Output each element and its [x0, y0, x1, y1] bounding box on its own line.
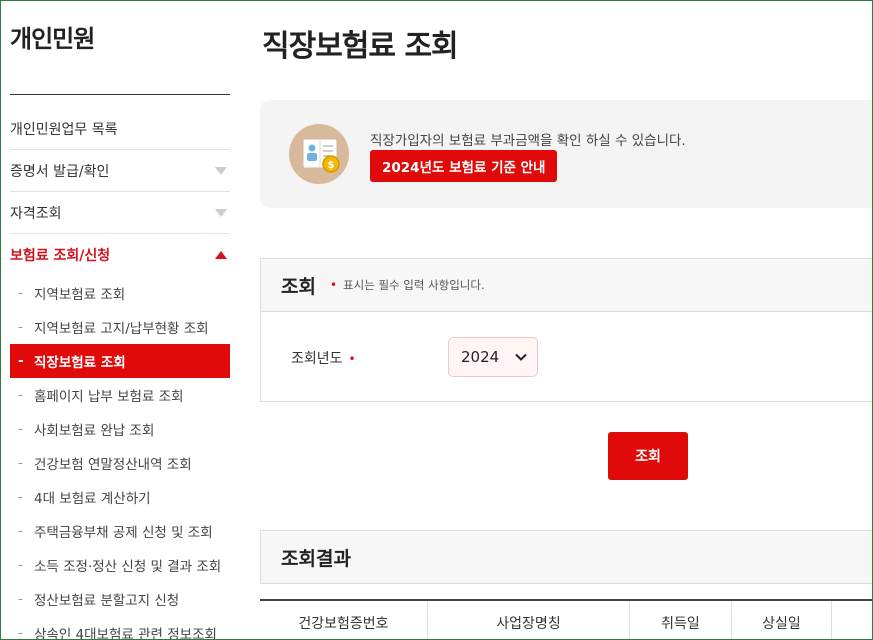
page-title: 직장보험료 조회 [262, 29, 459, 64]
sidebar-item-label: 증명서 발급/확인 [10, 163, 110, 180]
year-label: 조회년도 • [291, 348, 356, 368]
submenu-label: 건강보험 연말정산내역 조회 [34, 457, 192, 473]
column-header-empty [832, 601, 872, 639]
required-mark: • [329, 278, 338, 292]
sidebar-item-premium[interactable]: 보험료 조회/신청 [10, 234, 230, 276]
result-header: 조회결과 [260, 530, 872, 584]
submenu-item[interactable]: -4대 보험료 계산하기 [10, 480, 230, 514]
submenu-item[interactable]: - 홈페이지 납부 보험료 조회 [10, 378, 230, 412]
sidebar-item-qualification[interactable]: 자격조회 [10, 192, 230, 234]
search-button[interactable]: 조회 [608, 432, 688, 480]
dash-icon: - [18, 353, 24, 369]
submenu-label: 소득 조정·정산 신청 및 결과 조회 [34, 559, 222, 575]
result-table: 건강보험증번호 사업장명칭 취득일 상실일 [260, 599, 872, 639]
main-content: 직장보험료 조회 $ 직장가입자의 보험료 부과금액을 확인 하실 수 있습니다… [260, 1, 872, 639]
year-select-value: 2024 [461, 348, 500, 366]
sidebar-item-label: 개인민원업무 목록 [10, 121, 118, 138]
submenu-label: 지역보험료 조회 [34, 287, 126, 303]
submenu-item[interactable]: - 정산보험료 분할고지 신청 [10, 582, 230, 616]
premium-standard-guide-button[interactable]: 2024년도 보험료 기준 안내 [370, 150, 558, 182]
submenu-label: 4대 보험료 계산하기 [34, 491, 151, 507]
info-text: 직장가입자의 보험료 부과금액을 확인 하실 수 있습니다. [370, 133, 686, 149]
result-title: 조회결과 [281, 547, 351, 570]
dash-icon: - [18, 319, 23, 335]
sidebar-item-label: 보험료 조회/신청 [10, 248, 111, 264]
dash-icon: - [18, 387, 23, 403]
query-form: 조회 • 표시는 필수 입력 사항입니다. 조회년도 • 2024 [260, 258, 872, 402]
dash-icon: - [18, 591, 23, 607]
document-coin-icon-svg: $ [302, 138, 340, 173]
dash-icon: - [18, 523, 23, 539]
sidebar-title: 개인민원 [10, 25, 95, 53]
submenu-label: 상속인 4대보험료 관련 정보조회 [34, 627, 217, 640]
sidebar-divider [10, 94, 230, 95]
sidebar-item-certificate[interactable]: 증명서 발급/확인 [10, 150, 230, 192]
column-header: 취득일 [630, 601, 732, 639]
sidebar-item-civil-list[interactable]: 개인민원업무 목록 [10, 108, 230, 150]
submenu-item-active[interactable]: - 직장보험료 조회 [10, 344, 230, 378]
year-select[interactable]: 2024 [448, 337, 538, 377]
column-header: 상실일 [732, 601, 832, 639]
submenu-item[interactable]: - 지역보험료 조회 [10, 276, 230, 310]
query-body: 조회년도 • 2024 [261, 312, 872, 402]
dash-icon: - [18, 285, 23, 301]
triangle-down-icon [215, 208, 227, 217]
sidebar: 개인민원 개인민원업무 목록 증명서 발급/확인 자격조회 보험료 조회/신청 … [10, 1, 230, 640]
sidebar-submenu: - 지역보험료 조회 - 지역보험료 고지/납부현황 조회 - 직장보험료 조회 -홈… [10, 276, 230, 640]
column-header: 건강보험증번호 [260, 601, 428, 639]
year-label-text: 조회년도 [291, 351, 343, 367]
query-title: 조회 [281, 275, 316, 298]
submenu-item[interactable]: - 사회보험료 완납 조회 [10, 412, 230, 446]
year-required-mark: • [348, 352, 356, 366]
dash-icon: - [18, 489, 23, 505]
query-header: 조회 • 표시는 필수 입력 사항입니다. [261, 259, 872, 312]
sidebar-menu: 개인민원업무 목록 증명서 발급/확인 자격조회 보험료 조회/신청 - 지역보험… [10, 108, 230, 640]
triangle-down-icon [215, 166, 227, 175]
sidebar-item-label: 자격조회 [10, 205, 62, 222]
submenu-item[interactable]: - 주택금융부채 공제 신청 및 조회 [10, 514, 230, 548]
chevron-down-icon [515, 353, 527, 361]
submenu-item[interactable]: - 상속인 4대보험료 관련 정보조회 [10, 616, 230, 640]
submenu-item[interactable]: - 지역보험료 고지/납부현황 조회 [10, 310, 230, 344]
submenu-item[interactable]: - 건강보험 연말정산내역 조회 [10, 446, 230, 480]
dash-icon: - [18, 455, 23, 471]
page-frame: 개인민원 개인민원업무 목록 증명서 발급/확인 자격조회 보험료 조회/신청 … [0, 0, 873, 640]
submenu-label: 주택금융부채 공제 신청 및 조회 [34, 525, 213, 541]
info-box: $ 직장가입자의 보험료 부과금액을 확인 하실 수 있습니다. 2024년도 … [260, 100, 872, 208]
svg-text:$: $ [328, 160, 335, 171]
triangle-up-icon [215, 251, 227, 259]
submenu-label: 홈페이지 납부 보험료 조회 [34, 389, 184, 405]
table-header-row: 건강보험증번호 사업장명칭 취득일 상실일 [260, 601, 872, 639]
dash-icon: - [18, 625, 23, 640]
column-header: 사업장명칭 [428, 601, 630, 639]
required-note: 표시는 필수 입력 사항입니다. [343, 278, 485, 292]
submenu-label: 사회보험료 완납 조회 [34, 423, 155, 439]
submenu-label: 직장보험료 조회 [34, 355, 126, 371]
submenu-label: 정산보험료 분할고지 신청 [34, 593, 180, 609]
submenu-item[interactable]: - 소득 조정·정산 신청 및 결과 조회 [10, 548, 230, 582]
dash-icon: - [18, 421, 23, 437]
dash-icon: - [18, 557, 23, 573]
document-coin-icon: $ [289, 124, 349, 184]
submenu-label: 지역보험료 고지/납부현황 조회 [34, 321, 209, 337]
